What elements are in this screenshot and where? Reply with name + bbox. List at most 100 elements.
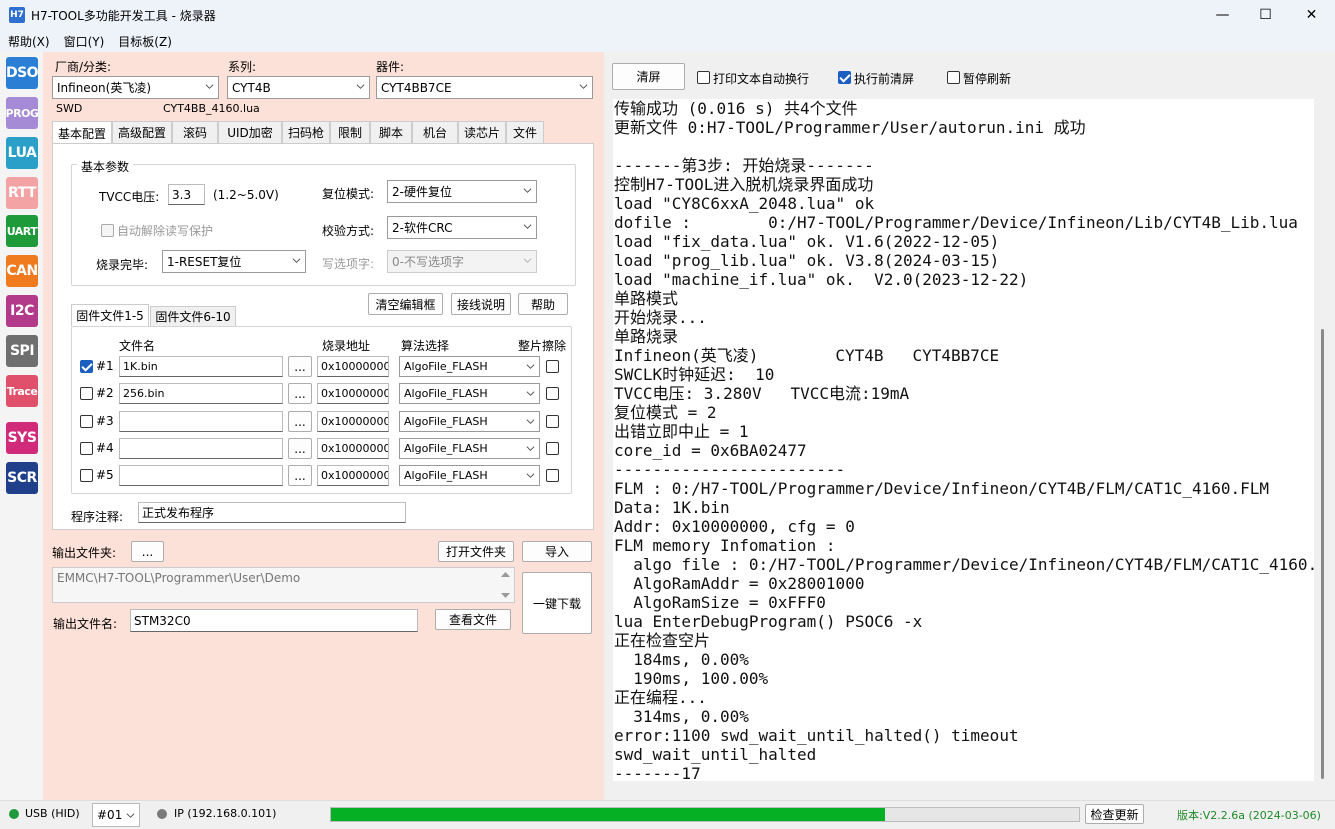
log-line: load "fix_data.lua" ok. V1.6(2022-12-05) [614, 232, 1000, 251]
clear-edit-button[interactable]: 清空编辑框 [368, 293, 443, 315]
help-button[interactable]: 帮助 [518, 293, 568, 315]
file-name-input[interactable]: 1K.bin [119, 356, 283, 377]
sidebar-prog-button[interactable]: PROG [6, 97, 39, 129]
sidebar-can-button[interactable]: CAN [6, 255, 38, 287]
log-scroll-thumb[interactable] [1321, 329, 1324, 779]
program-note-input[interactable]: 正式发布程序 [138, 502, 406, 523]
verify-mode-select[interactable]: 2-软件CRC [387, 216, 537, 239]
log-line: load "machine_if.lua" ok. V2.0(2023-12-2… [614, 270, 1029, 289]
tab-basic[interactable]: 基本配置 [52, 121, 112, 144]
full-erase-checkbox[interactable] [546, 415, 559, 428]
tab-firmware-6-10[interactable]: 固件文件6-10 [150, 306, 236, 326]
algorithm-select[interactable]: AlgoFile_FLASH [399, 383, 540, 404]
full-erase-checkbox[interactable] [546, 442, 559, 455]
file-address-input[interactable]: 0x10000000 [317, 438, 389, 459]
tab-scanner[interactable]: 扫码枪 [282, 121, 330, 143]
device-select[interactable]: CYT4BB7CE [376, 76, 593, 99]
menu-window[interactable]: 窗口(Y) [64, 33, 105, 50]
file-name-input[interactable]: 256.bin [119, 383, 283, 404]
file-address-input[interactable]: 0x10000000 [317, 383, 389, 404]
close-icon: ✕ [1305, 7, 1318, 23]
file-address-input[interactable]: 0x10000000 [317, 411, 389, 432]
log-line: AlgoRamSize = 0xFFF0 [614, 593, 826, 612]
file-address-input[interactable]: 0x10000000 [317, 465, 389, 486]
close-button[interactable]: ✕ [1289, 0, 1334, 30]
log-scrollbar[interactable] [1314, 99, 1331, 781]
sidebar-sys-button[interactable]: SYS [6, 422, 38, 454]
tab-machine[interactable]: 机台 [412, 121, 458, 143]
file-browse-button[interactable]: ... [288, 411, 312, 432]
import-button[interactable]: 导入 [522, 541, 592, 562]
file-browse-button[interactable]: ... [288, 356, 312, 377]
full-erase-checkbox[interactable] [546, 387, 559, 400]
one-click-download-button[interactable]: 一键下载 [522, 572, 592, 634]
sidebar-uart-button[interactable]: UART [6, 215, 38, 247]
file-row-checkbox[interactable] [80, 387, 93, 400]
sidebar-lua-button[interactable]: LUA [6, 137, 38, 169]
full-erase-checkbox[interactable] [546, 469, 559, 482]
algorithm-select[interactable]: AlgoFile_FLASH [399, 356, 540, 377]
series-label: 系列: [228, 60, 257, 74]
tab-read-chip[interactable]: 读芯片 [458, 121, 506, 143]
check-update-button[interactable]: 检查更新 [1085, 804, 1144, 824]
series-select[interactable]: CYT4B [227, 76, 370, 99]
tab-advanced[interactable]: 高级配置 [112, 121, 172, 143]
algorithm-select[interactable]: AlgoFile_FLASH [399, 465, 540, 486]
sidebar-i2c-button[interactable]: I2C [6, 295, 38, 327]
algorithm-select[interactable]: AlgoFile_FLASH [399, 411, 540, 432]
view-file-button[interactable]: 查看文件 [435, 609, 511, 630]
menu-help[interactable]: 帮助(X) [8, 33, 50, 50]
output-path-box[interactable]: EMMC\H7-TOOL\Programmer\User\Demo [52, 567, 515, 603]
vendor-select[interactable]: Infineon(英飞凌) [52, 76, 219, 99]
output-folder-browse-button[interactable]: ... [131, 541, 164, 562]
tab-firmware-1-5[interactable]: 固件文件1-5 [71, 304, 149, 326]
tab-limit[interactable]: 限制 [330, 121, 370, 143]
done-action-select[interactable]: 1-RESET复位 [162, 250, 306, 273]
minimize-button[interactable]: — [1200, 0, 1245, 30]
clear-before-run-checkbox[interactable] [838, 71, 851, 84]
log-output[interactable]: 传输成功 (0.016 s) 共4个文件 更新文件 0:H7-TOOL/Progr… [613, 99, 1314, 781]
file-row-checkbox[interactable] [80, 415, 93, 428]
tab-file[interactable]: 文件 [506, 121, 544, 143]
tab-uid-encrypt[interactable]: UID加密 [218, 121, 282, 143]
port-select[interactable]: #01 [92, 803, 140, 827]
file-name-input[interactable] [119, 411, 283, 432]
file-browse-button[interactable]: ... [288, 465, 312, 486]
menu-target-board[interactable]: 目标板(Z) [118, 33, 172, 50]
sidebar-rtt-button[interactable]: RTT [6, 177, 38, 209]
wiring-guide-button[interactable]: 接线说明 [451, 293, 511, 315]
sidebar-spi-button[interactable]: SPI [6, 335, 38, 367]
chevron-down-icon [205, 84, 214, 89]
file-browse-button[interactable]: ... [288, 383, 312, 404]
log-line: lua EnterDebugProgram() PSOC6 -x [614, 612, 923, 631]
file-row-checkbox[interactable] [80, 360, 93, 373]
log-line: FLM : 0:/H7-TOOL/Programmer/Device/Infin… [614, 479, 1270, 498]
basic-params-title: 基本参数 [77, 158, 134, 175]
sidebar-trace-button[interactable]: Trace [6, 375, 38, 407]
algorithm-select[interactable]: AlgoFile_FLASH [399, 438, 540, 459]
sidebar-dso-button[interactable]: DSO [6, 57, 39, 89]
auto-wrap-checkbox[interactable] [697, 71, 710, 84]
reset-mode-select[interactable]: 2-硬件复位 [387, 180, 537, 203]
tvcc-input[interactable]: 3.3 [168, 184, 205, 205]
file-row-checkbox[interactable] [80, 469, 93, 482]
pause-refresh-checkbox[interactable] [947, 71, 960, 84]
open-folder-button[interactable]: 打开文件夹 [438, 541, 514, 562]
path-scrollbar[interactable] [498, 569, 513, 601]
clear-screen-button[interactable]: 清屏 [612, 63, 685, 90]
auto-unlock-checkbox[interactable] [101, 224, 114, 237]
file-name-input[interactable] [119, 465, 283, 486]
full-erase-checkbox[interactable] [546, 360, 559, 373]
file-browse-button[interactable]: ... [288, 438, 312, 459]
file-name-input[interactable] [119, 438, 283, 459]
file-address-input[interactable]: 0x10000000 [317, 356, 389, 377]
write-option-select[interactable]: 0-不写选项字 [387, 250, 537, 273]
tab-rolling-code[interactable]: 滚码 [172, 121, 218, 143]
tab-script[interactable]: 脚本 [370, 121, 412, 143]
maximize-button[interactable]: ☐ [1243, 0, 1288, 30]
sidebar-scr-button[interactable]: SCR [6, 462, 38, 494]
output-filename-input[interactable]: STM32C0 [130, 609, 418, 632]
file-row-checkbox[interactable] [80, 442, 93, 455]
chevron-down-icon [523, 224, 532, 229]
log-line: -------第3步: 开始烧录------- [614, 156, 874, 175]
